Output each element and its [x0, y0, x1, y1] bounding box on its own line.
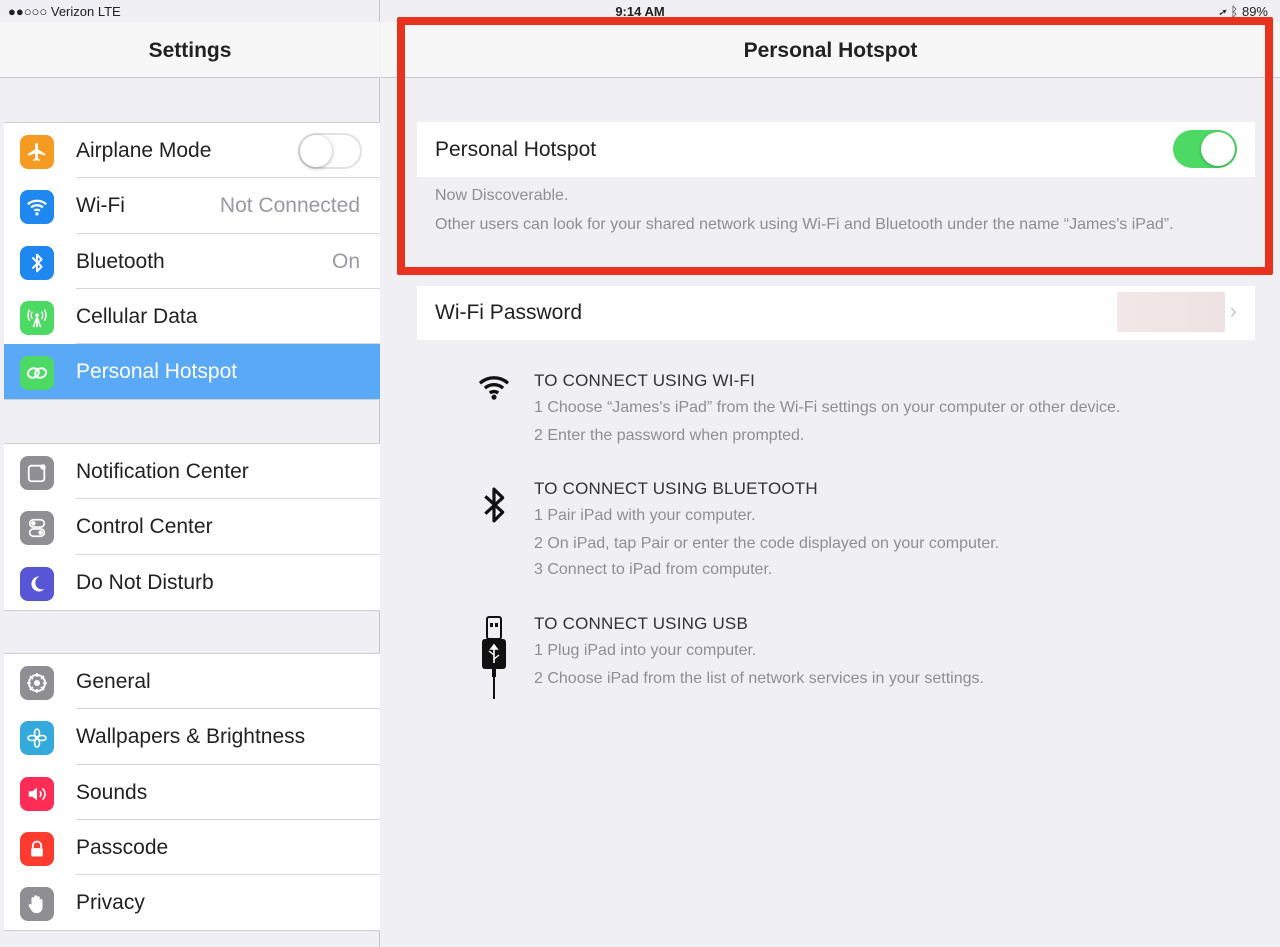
sidebar-item-notification-center[interactable]: Notification Center	[4, 444, 380, 500]
sidebar-item-label: Wallpapers & Brightness	[76, 725, 306, 749]
instructions-heading: TO CONNECT USING USB	[534, 614, 749, 633]
sidebar-item-label: Passcode	[76, 835, 169, 859]
sidebar-item-general[interactable]: General	[4, 654, 380, 710]
sidebar-item-do-not-disturb[interactable]: Do Not Disturb	[4, 555, 380, 610]
sidebar-item-privacy[interactable]: Privacy	[4, 875, 380, 930]
sidebar-item-bluetooth[interactable]: Bluetooth On	[4, 234, 380, 289]
instructions-step: 2 Choose iPad from the list of network s…	[534, 670, 984, 687]
instructions-step: 2 Enter the password when prompted.	[534, 427, 805, 444]
airplane-icon	[20, 135, 54, 169]
gear-icon	[20, 666, 54, 700]
usb-icon	[477, 615, 511, 699]
moon-icon	[20, 566, 54, 601]
sidebar-item-sounds[interactable]: Sounds	[4, 765, 380, 820]
sidebar-item-label: Sounds	[76, 780, 148, 804]
sidebar-item-personal-hotspot[interactable]: Personal Hotspot	[4, 344, 380, 400]
wifi-password-cell[interactable]: Wi-Fi Password ›	[417, 286, 1255, 340]
sidebar-item-cellular-data[interactable]: Cellular Data	[4, 289, 380, 345]
sidebar-item-label: Personal Hotspot	[76, 360, 238, 384]
notification-icon	[20, 456, 54, 490]
settings-group-connectivity: Airplane Mode Wi-Fi Not Connected Blueto…	[4, 122, 380, 401]
hotspot-icon	[20, 356, 54, 391]
chevron-right-icon: ›	[1229, 298, 1237, 323]
settings-sidebar: Settings Airplane Mode Wi-Fi Not Connect…	[0, 0, 380, 947]
lock-icon	[20, 831, 54, 866]
wifi-password-label: Wi-Fi Password	[435, 301, 583, 324]
cellular-icon	[20, 300, 54, 335]
sidebar-item-label: General	[76, 670, 151, 693]
instructions-step: 1 Choose “James's iPad” from the Wi-Fi s…	[534, 399, 1121, 416]
instructions-step: 2 On iPad, tap Pair or enter the code di…	[534, 535, 1000, 552]
sidebar-navbar: Settings	[0, 22, 380, 78]
wifi-password-value	[1117, 292, 1225, 332]
sidebar-item-airplane-mode[interactable]: Airplane Mode	[4, 123, 380, 179]
instructions-step: 1 Pair iPad with your computer.	[534, 507, 756, 524]
wallpaper-icon	[20, 721, 54, 756]
instructions-step: 3 Connect to iPad from computer.	[534, 561, 773, 578]
instructions-step: 1 Plug iPad into your computer.	[534, 642, 757, 659]
sidebar-item-wallpapers-brightness[interactable]: Wallpapers & Brightness	[4, 709, 380, 765]
hand-icon	[20, 887, 54, 922]
settings-group-general: General Wallpapers & Brightness Sounds P…	[4, 653, 380, 932]
wifi-status-value: Not Connected	[219, 194, 360, 218]
sidebar-item-label: Wi-Fi	[76, 194, 125, 218]
wifi-icon	[477, 372, 511, 400]
sidebar-item-label: Bluetooth	[76, 249, 165, 273]
sidebar-title: Settings	[148, 39, 232, 62]
control-center-icon	[20, 511, 54, 546]
sidebar-item-passcode[interactable]: Passcode	[4, 820, 380, 876]
sidebar-item-label: Cellular Data	[76, 304, 198, 328]
bluetooth-icon	[20, 245, 54, 280]
instructions-heading: TO CONNECT USING BLUETOOTH	[534, 479, 818, 498]
sidebar-item-label: Do Not Disturb	[76, 570, 214, 594]
sidebar-item-wifi[interactable]: Wi-Fi Not Connected	[4, 178, 380, 234]
sidebar-item-control-center[interactable]: Control Center	[4, 499, 380, 555]
sidebar-item-label: Privacy	[76, 891, 145, 915]
speaker-icon	[20, 776, 54, 811]
sidebar-item-label: Control Center	[76, 515, 213, 539]
sidebar-item-label: Airplane Mode	[76, 139, 212, 162]
bluetooth-status-value: On	[331, 249, 360, 273]
airplane-mode-toggle[interactable]	[298, 133, 362, 169]
wifi-icon	[20, 190, 54, 225]
instructions-heading: TO CONNECT USING WI-FI	[534, 371, 755, 390]
bluetooth-icon	[477, 482, 511, 528]
sidebar-item-label: Notification Center	[76, 460, 249, 483]
toggle-knob	[300, 135, 332, 167]
highlight-frame	[397, 17, 1273, 275]
settings-group-system: Notification Center Control Center Do No…	[4, 443, 380, 611]
